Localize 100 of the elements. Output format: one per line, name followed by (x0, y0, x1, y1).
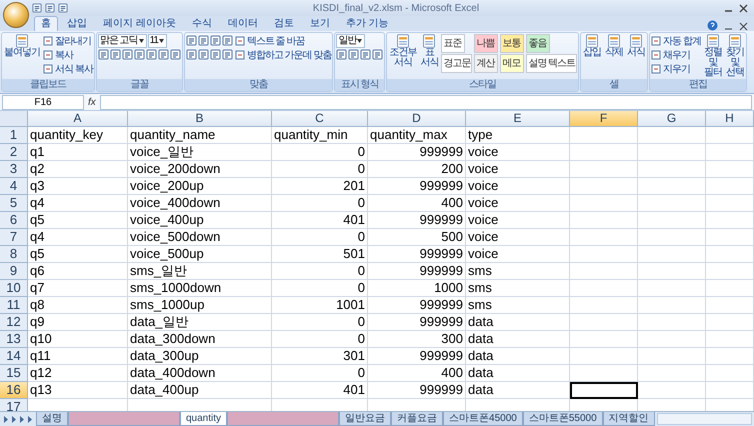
column-header[interactable]: E (466, 111, 570, 127)
toolbar-icon[interactable] (372, 49, 384, 60)
help-icon[interactable] (707, 20, 718, 31)
row-header[interactable]: 5 (0, 195, 28, 212)
ribbon-button[interactable]: 텍스트 줄 바꿈 (234, 34, 304, 47)
ribbon-button[interactable]: 찾기 및 선택 (724, 34, 745, 78)
column-header[interactable]: C (272, 111, 368, 127)
empty-cell (570, 144, 638, 161)
column-header[interactable]: B (128, 111, 272, 127)
sheet-tab[interactable]: 지역할인 (602, 412, 655, 426)
ribbon-button[interactable]: 정렬 및 필터 (702, 34, 723, 78)
ribbon-tab[interactable]: 추가 기능 (338, 16, 396, 31)
dropdown[interactable]: 11 (148, 34, 167, 48)
sheet-tab[interactable]: 커플요금 (391, 412, 444, 426)
ribbon-button[interactable]: 병합하고 가운데 맞춤 (234, 48, 332, 61)
toolbar-icon[interactable] (348, 49, 360, 60)
office-button[interactable] (3, 2, 29, 28)
cell-style-swatch[interactable]: 나쁨 (474, 34, 498, 53)
cell-style-swatch[interactable]: 표준 (441, 34, 466, 53)
toolbar-icon[interactable] (186, 49, 197, 60)
close-icon[interactable] (739, 4, 748, 12)
table-cell: q5 (28, 246, 128, 263)
row-header[interactable]: 2 (0, 144, 28, 161)
formula-input[interactable] (100, 94, 752, 110)
row-header[interactable]: 11 (0, 297, 28, 314)
row-header[interactable]: 17 (0, 399, 28, 411)
row-header[interactable]: 4 (0, 178, 28, 195)
toolbar-icon[interactable] (198, 35, 209, 46)
row-header[interactable]: 16 (0, 382, 28, 399)
toolbar-icon[interactable] (198, 49, 209, 60)
function-button[interactable]: fx (88, 96, 96, 108)
sheet-tab[interactable]: quantity (180, 412, 228, 426)
ribbon-button[interactable]: 삭제 (604, 34, 624, 58)
toolbar-icon[interactable] (110, 49, 121, 60)
toolbar-icon[interactable] (134, 49, 145, 60)
dropdown[interactable]: 일반 (336, 34, 366, 48)
sheet-tab[interactable]: 스마트폰55000 (522, 412, 603, 426)
cell-style-swatch[interactable]: 보통 (500, 34, 524, 53)
ribbon-tab[interactable]: 수식 (184, 16, 219, 31)
row-header[interactable]: 8 (0, 246, 28, 263)
ribbon-tab[interactable]: 보기 (302, 16, 337, 31)
horizontal-scrollbar[interactable] (656, 413, 752, 425)
row-header[interactable]: 3 (0, 161, 28, 178)
ribbon-tab[interactable]: 삽입 (60, 16, 94, 31)
ribbon-tab[interactable]: 검토 (266, 16, 301, 31)
toolbar-icon[interactable] (222, 49, 233, 60)
selected-cell[interactable] (570, 382, 638, 399)
column-header[interactable]: H (706, 111, 754, 127)
toolbar-icon[interactable] (336, 49, 348, 60)
row-header[interactable]: 1 (0, 127, 28, 144)
name-box[interactable]: F16 (2, 94, 84, 110)
column-header[interactable]: F (570, 111, 638, 127)
toolbar-icon[interactable] (186, 35, 197, 46)
row-header[interactable]: 9 (0, 263, 28, 280)
ribbon-button[interactable]: 삽입 (582, 34, 602, 58)
cell-style-swatch[interactable]: 경고문 (441, 54, 472, 73)
cell-style-swatch[interactable]: 계산 (474, 54, 498, 73)
empty-cell (706, 280, 754, 297)
row-header[interactable]: 10 (0, 280, 28, 297)
sheet-tab[interactable]: 스마트폰45000 (443, 412, 523, 426)
column-header[interactable]: D (368, 111, 466, 127)
sheet-tab[interactable]: 설명 (36, 412, 68, 426)
cell-style-swatch[interactable]: 메모 (500, 54, 524, 73)
ribbon-tab[interactable]: 데이터 (220, 16, 265, 31)
table-cell: 1001 (272, 297, 368, 314)
toolbar-icon[interactable] (170, 49, 181, 60)
toolbar-icon[interactable] (210, 35, 221, 46)
toolbar-icon[interactable] (98, 49, 109, 60)
toolbar-icon[interactable] (158, 49, 169, 60)
ribbon-button[interactable]: 채우기 (651, 48, 690, 61)
close-icon[interactable] (739, 22, 748, 31)
ribbon-button[interactable]: 표 서식 (419, 34, 440, 68)
dropdown[interactable]: 맑은 고딕 (98, 34, 147, 48)
column-header[interactable]: G (638, 111, 706, 127)
cell-style-swatch[interactable]: 설명 텍스트 (526, 54, 578, 73)
ribbon-tab[interactable]: 페이지 레이아웃 (96, 16, 183, 31)
caret-icon (158, 38, 164, 42)
ribbon-button[interactable]: 지우기 (651, 62, 690, 75)
row-header[interactable]: 14 (0, 348, 28, 365)
toolbar-icon[interactable] (360, 49, 372, 60)
row-header[interactable]: 7 (0, 229, 28, 246)
sheet-tab[interactable]: 일반요금 (339, 412, 392, 426)
toolbar-icon[interactable] (146, 49, 157, 60)
row-header[interactable]: 13 (0, 331, 28, 348)
toolbar-icon[interactable] (222, 35, 233, 46)
ribbon-button[interactable]: 서식 (626, 34, 646, 58)
toolbar-icon[interactable] (122, 49, 133, 60)
ribbon-button[interactable]: 복사 (43, 48, 73, 61)
ribbon-button[interactable]: 자동 합계 (651, 34, 701, 47)
row-header[interactable]: 6 (0, 212, 28, 229)
ribbon-tab[interactable]: 홈 (34, 16, 58, 31)
cell-style-swatch[interactable]: 좋음 (526, 34, 550, 53)
row-header[interactable]: 12 (0, 314, 28, 331)
toolbar-icon[interactable] (210, 49, 221, 60)
ribbon-button[interactable]: 서식 복사 (43, 62, 93, 75)
row-header[interactable]: 15 (0, 365, 28, 382)
column-header[interactable]: A (28, 111, 128, 127)
ribbon-button[interactable]: 붙여넣기 (3, 34, 41, 58)
ribbon-button[interactable]: 잘라내기 (43, 34, 91, 47)
ribbon-button[interactable]: 조건부 서식 (388, 34, 418, 68)
